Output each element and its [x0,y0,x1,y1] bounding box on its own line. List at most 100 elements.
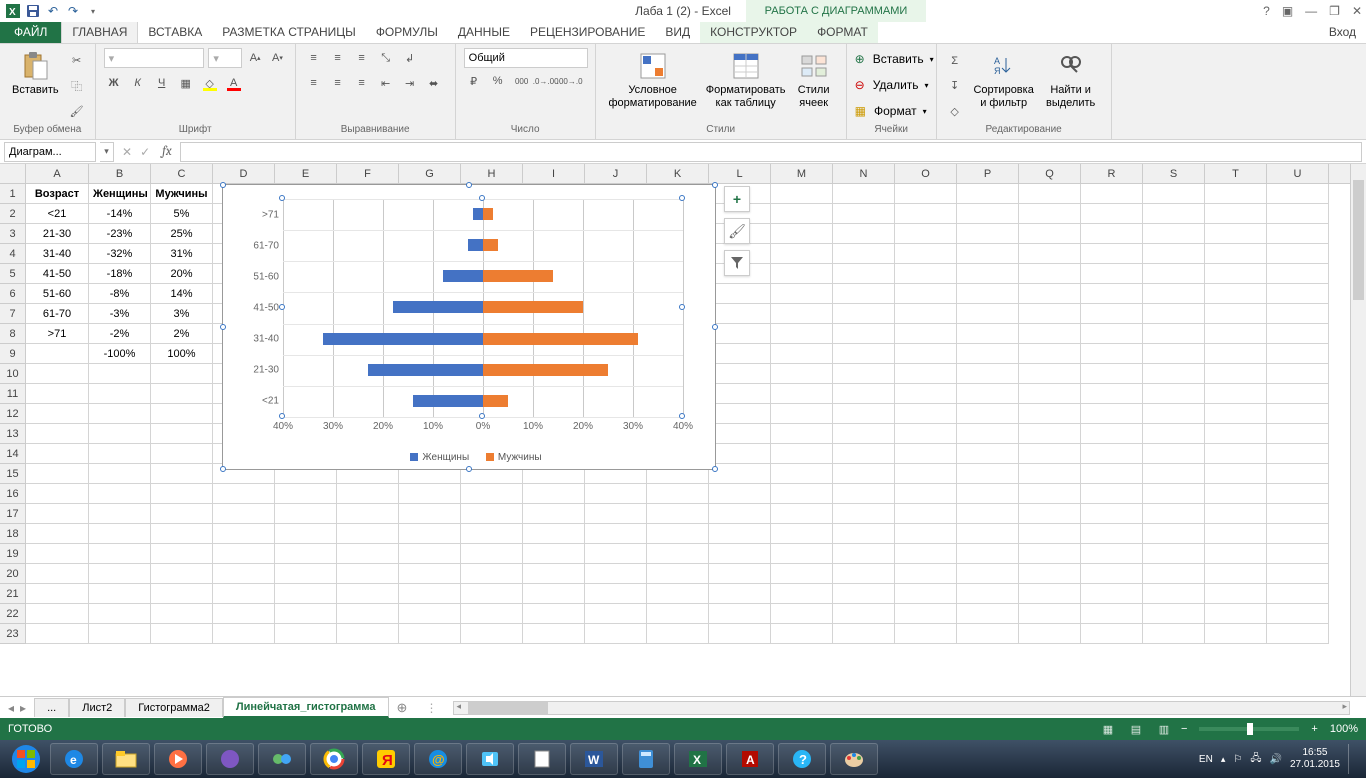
cell[interactable] [1081,604,1143,624]
bar-women[interactable] [473,208,483,220]
bar-men[interactable] [483,301,583,313]
cell[interactable] [1019,484,1081,504]
redo-icon[interactable]: ↷ [64,2,82,20]
cell[interactable] [771,204,833,224]
column-header[interactable]: H [461,164,523,183]
cell[interactable] [585,564,647,584]
cell[interactable] [771,484,833,504]
cell[interactable] [957,604,1019,624]
cell[interactable] [1143,564,1205,584]
qat-dropdown-icon[interactable]: ▾ [84,2,102,20]
cell[interactable] [1081,444,1143,464]
cell[interactable] [1267,464,1329,484]
decrease-indent-icon[interactable]: ⇤ [376,73,396,93]
cell[interactable] [957,364,1019,384]
cell[interactable] [833,584,895,604]
cell[interactable] [957,244,1019,264]
cell[interactable] [1267,364,1329,384]
cell[interactable] [89,404,151,424]
column-header[interactable]: G [399,164,461,183]
cell[interactable] [1081,584,1143,604]
cell[interactable] [1143,384,1205,404]
cell[interactable] [1143,604,1205,624]
cell[interactable] [26,424,89,444]
formula-input[interactable] [180,142,1362,162]
cell[interactable] [461,604,523,624]
cell[interactable] [771,584,833,604]
cell[interactable] [895,264,957,284]
cell[interactable] [833,304,895,324]
cell[interactable] [1019,364,1081,384]
cell[interactable] [1143,224,1205,244]
tray-clock[interactable]: 16:55 27.01.2015 [1290,747,1340,771]
tray-flag-icon[interactable]: ⚐ [1233,754,1242,765]
cell[interactable]: -100% [89,344,151,364]
cell[interactable]: 20% [151,264,213,284]
taskbar-volume-icon[interactable] [466,743,514,775]
cell[interactable] [771,624,833,644]
column-header[interactable]: E [275,164,337,183]
cell[interactable] [1019,544,1081,564]
cell[interactable] [151,544,213,564]
cell[interactable] [213,484,275,504]
cell[interactable]: 100% [151,344,213,364]
cell[interactable] [895,284,957,304]
maximize-icon[interactable]: ❐ [1329,4,1340,18]
cell[interactable] [709,624,771,644]
column-header[interactable]: R [1081,164,1143,183]
zoom-level[interactable]: 100% [1330,723,1358,735]
column-header[interactable]: I [523,164,585,183]
cell[interactable] [709,284,771,304]
cell[interactable] [337,504,399,524]
cell[interactable] [957,444,1019,464]
show-desktop-button[interactable] [1348,744,1356,774]
cell[interactable] [1205,264,1267,284]
cell[interactable] [895,604,957,624]
cell[interactable] [709,444,771,464]
zoom-slider[interactable] [1199,727,1299,731]
currency-icon[interactable]: ₽ [464,71,484,91]
cell[interactable] [1205,244,1267,264]
cell[interactable] [957,384,1019,404]
cell[interactable] [895,444,957,464]
cell[interactable] [275,544,337,564]
column-header[interactable]: T [1205,164,1267,183]
cell[interactable] [213,604,275,624]
cell[interactable] [709,324,771,344]
cell[interactable] [151,364,213,384]
cell[interactable] [1267,524,1329,544]
cell[interactable] [1205,624,1267,644]
cell[interactable] [1205,204,1267,224]
cell[interactable] [275,624,337,644]
cell[interactable] [709,584,771,604]
increase-font-icon[interactable]: A▴ [246,48,264,68]
cell[interactable] [1267,484,1329,504]
zoom-in-icon[interactable]: + [1311,723,1317,735]
normal-view-icon[interactable]: ▦ [1097,720,1119,738]
cell[interactable] [26,564,89,584]
column-header[interactable]: D [213,164,275,183]
cell[interactable] [213,624,275,644]
cell[interactable] [895,624,957,644]
cell[interactable] [26,604,89,624]
cell[interactable] [461,524,523,544]
cell[interactable] [1081,404,1143,424]
cell[interactable] [151,624,213,644]
chart-filters-button[interactable] [724,250,750,276]
cell[interactable] [957,224,1019,244]
percent-icon[interactable]: % [488,71,508,91]
font-color-icon[interactable]: A [224,73,244,93]
bold-button[interactable]: Ж [104,73,124,93]
taskbar-ie-icon[interactable]: e [50,743,98,775]
tab-view[interactable]: ВИД [655,21,700,43]
cell[interactable] [1205,544,1267,564]
fx-icon[interactable]: fx [162,144,172,159]
cell[interactable]: >71 [26,324,89,344]
cell[interactable] [1019,564,1081,584]
cell[interactable] [1081,464,1143,484]
insert-cells-button[interactable]: ⊕Вставить▾ [855,52,928,66]
cell[interactable] [1267,264,1329,284]
cell[interactable] [1143,504,1205,524]
cell[interactable]: -23% [89,224,151,244]
taskbar-word-icon[interactable]: W [570,743,618,775]
